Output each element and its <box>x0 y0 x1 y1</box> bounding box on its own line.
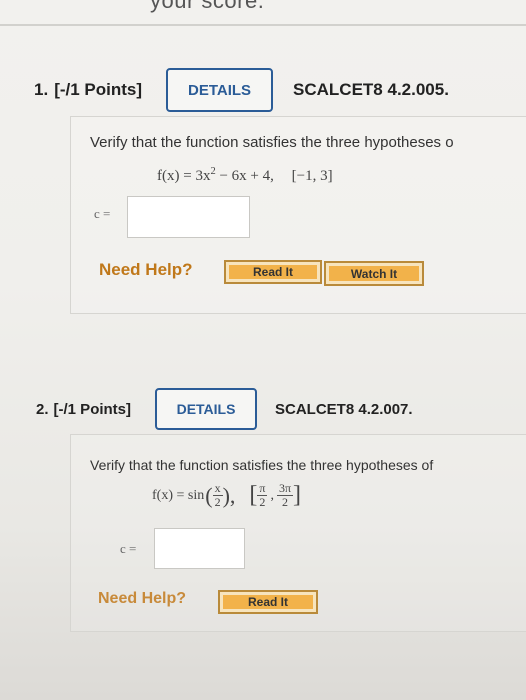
details-button[interactable]: DETAILS <box>155 388 258 430</box>
need-help-label: Need Help? <box>99 260 193 279</box>
function-expression: f(x) = sin ( x2 ), [ π2 , 3π 2 ] <box>152 482 301 509</box>
question-1-header: 1. [-/1 Points] DETAILS SCALCET8 4.2.005… <box>34 68 514 112</box>
details-button[interactable]: DETAILS <box>166 68 274 112</box>
numerator: π <box>257 481 268 496</box>
numerator: 3π <box>276 481 294 496</box>
need-help-label: Need Help? <box>98 590 187 607</box>
bracket-left: [ <box>249 482 258 508</box>
denominator: 2 <box>259 495 266 509</box>
comma: , <box>270 487 274 503</box>
interval-start: π2 <box>257 481 268 509</box>
function-text: f(x) = 3x <box>157 168 211 184</box>
function-rest: − 6x + 4, <box>215 168 274 184</box>
denominator: 2 <box>281 495 288 509</box>
answer-input[interactable] <box>127 196 250 238</box>
function-expression: f(x) = 3x2 − 6x + 4, [−1, 3] <box>157 166 333 185</box>
denominator: 2 <box>214 495 221 509</box>
interval-end: 3π 2 <box>276 481 294 509</box>
points-label: [-/1 Points] <box>53 400 132 418</box>
fraction: x2 <box>212 481 223 509</box>
function-prefix: f(x) = sin <box>152 487 205 503</box>
header-partial-text: your score. <box>150 0 265 13</box>
problem-code: SCALCET8 4.2.005. <box>293 80 449 99</box>
question-prompt: Verify that the function satisfies the t… <box>90 134 454 151</box>
read-it-button[interactable]: Read It <box>218 590 318 614</box>
answer-label: c = <box>94 206 111 221</box>
question-number: 2. <box>36 400 49 418</box>
divider <box>0 24 526 26</box>
bracket-right: ] <box>293 482 302 508</box>
points-label: [-/1 Points] <box>54 80 143 99</box>
interval: [−1, 3] <box>291 168 333 184</box>
answer-label: c = <box>120 541 137 556</box>
problem-code: SCALCET8 4.2.007. <box>275 400 413 418</box>
watch-it-button[interactable]: Watch It <box>324 261 424 286</box>
question-2-header: 2. [-/1 Points] DETAILS SCALCET8 4.2.007… <box>36 388 516 430</box>
answer-input[interactable] <box>154 528 245 569</box>
paren-left: ( <box>205 482 213 508</box>
paren-right: ), <box>222 482 236 508</box>
question-prompt: Verify that the function satisfies the t… <box>90 457 434 473</box>
question-number: 1. <box>34 80 49 99</box>
numerator: x <box>212 481 223 496</box>
read-it-button[interactable]: Read It <box>224 260 322 284</box>
